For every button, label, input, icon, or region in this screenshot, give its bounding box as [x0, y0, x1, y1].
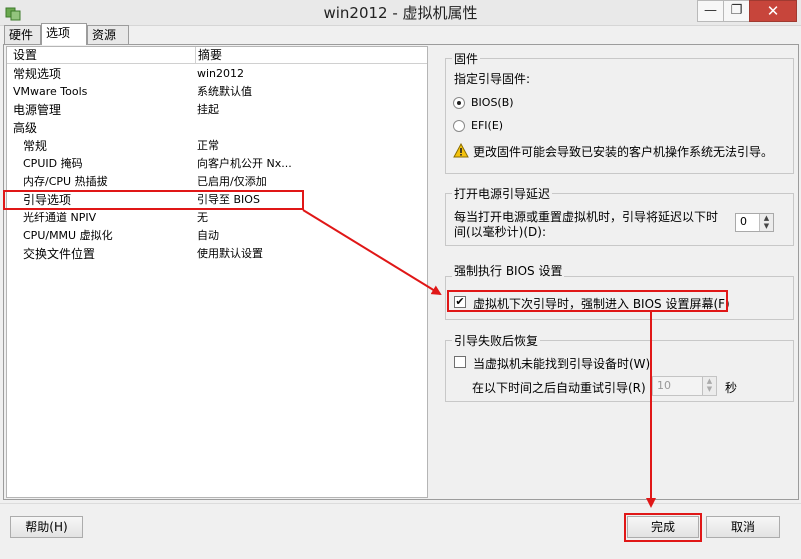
list-item-swapfile[interactable]: 交换文件位置 使用默认设置: [7, 245, 427, 263]
list-item-power-management[interactable]: 电源管理 挂起: [7, 101, 427, 119]
boot-delay-group-title: 打开电源引导延迟: [452, 185, 553, 202]
boot-retry-label[interactable]: 当虚拟机未能找到引导设备时(W): [473, 355, 650, 372]
row-value: 系统默认值: [197, 85, 252, 98]
row-value: 无: [197, 211, 208, 224]
list-item-cpuid-mask[interactable]: CPUID 掩码 向客户机公开 Nx...: [7, 155, 427, 173]
row-value: 正常: [197, 139, 219, 152]
stepper-arrows-icon[interactable]: ▲ ▼: [702, 377, 716, 395]
row-value: win2012: [197, 67, 245, 80]
maximize-button[interactable]: ❐: [723, 0, 750, 22]
row-name: 内存/CPU 热插拔: [23, 175, 108, 188]
minimize-button[interactable]: —: [697, 0, 724, 22]
help-button[interactable]: 帮助(H): [10, 516, 83, 538]
stepper-arrows-icon[interactable]: ▲ ▼: [759, 214, 773, 231]
retry-delay-stepper[interactable]: 10 ▲ ▼: [652, 376, 717, 396]
retry-delay-value[interactable]: 10: [657, 379, 671, 392]
efi-radio-label[interactable]: EFI(E): [471, 119, 503, 132]
list-item-general[interactable]: 常规 正常: [7, 137, 427, 155]
annotation-box-boot-options: [3, 190, 304, 210]
list-item-npiv[interactable]: 光纤通道 NPIV 无: [7, 209, 427, 227]
row-name: CPU/MMU 虚拟化: [23, 229, 113, 242]
row-name: 交换文件位置: [23, 247, 96, 261]
boot-retry-checkbox[interactable]: [454, 356, 466, 368]
row-name: 电源管理: [13, 103, 62, 117]
boot-retry-group-title: 引导失败后恢复: [452, 332, 541, 349]
row-name: VMware Tools: [13, 85, 88, 98]
row-name: 常规: [23, 139, 48, 153]
row-value: 挂起: [197, 103, 219, 116]
retry-unit-seconds: 秒: [725, 381, 738, 395]
firmware-warning-text: 更改固件可能会导致已安装的客户机操作系统无法引导。: [473, 145, 774, 159]
column-header-summary[interactable]: 摘要: [195, 47, 315, 64]
row-name: 高级: [13, 121, 38, 135]
row-name: CPUID 掩码: [23, 157, 83, 170]
settings-list: 设置 摘要 常规选项 win2012 VMware Tools 系统默认值 电源…: [6, 46, 428, 498]
warning-icon: [453, 143, 469, 158]
efi-radio[interactable]: [453, 120, 465, 132]
bios-radio[interactable]: [453, 97, 465, 109]
boot-delay-label-line2: 间(以毫秒计)(D):: [454, 225, 547, 239]
row-value: 自动: [197, 229, 219, 242]
list-item-vmware-tools[interactable]: VMware Tools 系统默认值: [7, 83, 427, 101]
list-item-cpu-mmu[interactable]: CPU/MMU 虚拟化 自动: [7, 227, 427, 245]
boot-delay-stepper[interactable]: 0 ▲ ▼: [735, 213, 774, 232]
row-name: 常规选项: [13, 67, 62, 81]
row-value: 向客户机公开 Nx...: [197, 157, 292, 170]
firmware-group-title: 固件: [452, 50, 481, 67]
retry-after-label: 在以下时间之后自动重试引导(R): [472, 381, 646, 395]
list-item-general-options[interactable]: 常规选项 win2012: [7, 65, 427, 83]
row-name: 光纤通道 NPIV: [23, 211, 97, 224]
list-header: 设置 摘要: [7, 47, 427, 64]
list-item-hotplug[interactable]: 内存/CPU 热插拔 已启用/仅添加: [7, 173, 427, 191]
row-value: 使用默认设置: [197, 247, 263, 260]
tab-hardware[interactable]: 硬件: [4, 25, 41, 44]
firmware-prompt: 指定引导固件:: [454, 72, 531, 86]
boot-delay-value[interactable]: 0: [740, 215, 747, 228]
cancel-button[interactable]: 取消: [706, 516, 780, 538]
tab-options[interactable]: 选项: [41, 23, 87, 45]
column-header-settings[interactable]: 设置: [13, 47, 37, 64]
bios-radio-label[interactable]: BIOS(B): [471, 96, 514, 109]
tab-resources[interactable]: 资源: [87, 25, 129, 44]
bottom-separator: [0, 503, 801, 504]
window-title: win2012 - 虚拟机属性: [323, 4, 478, 22]
list-item-advanced[interactable]: 高级: [7, 119, 427, 137]
force-bios-group-title: 强制执行 BIOS 设置: [452, 262, 565, 279]
annotation-box-force-bios: [447, 290, 728, 312]
row-value: 已启用/仅添加: [197, 175, 267, 188]
close-button[interactable]: ✕: [749, 0, 797, 22]
annotation-box-finish: [624, 513, 702, 542]
